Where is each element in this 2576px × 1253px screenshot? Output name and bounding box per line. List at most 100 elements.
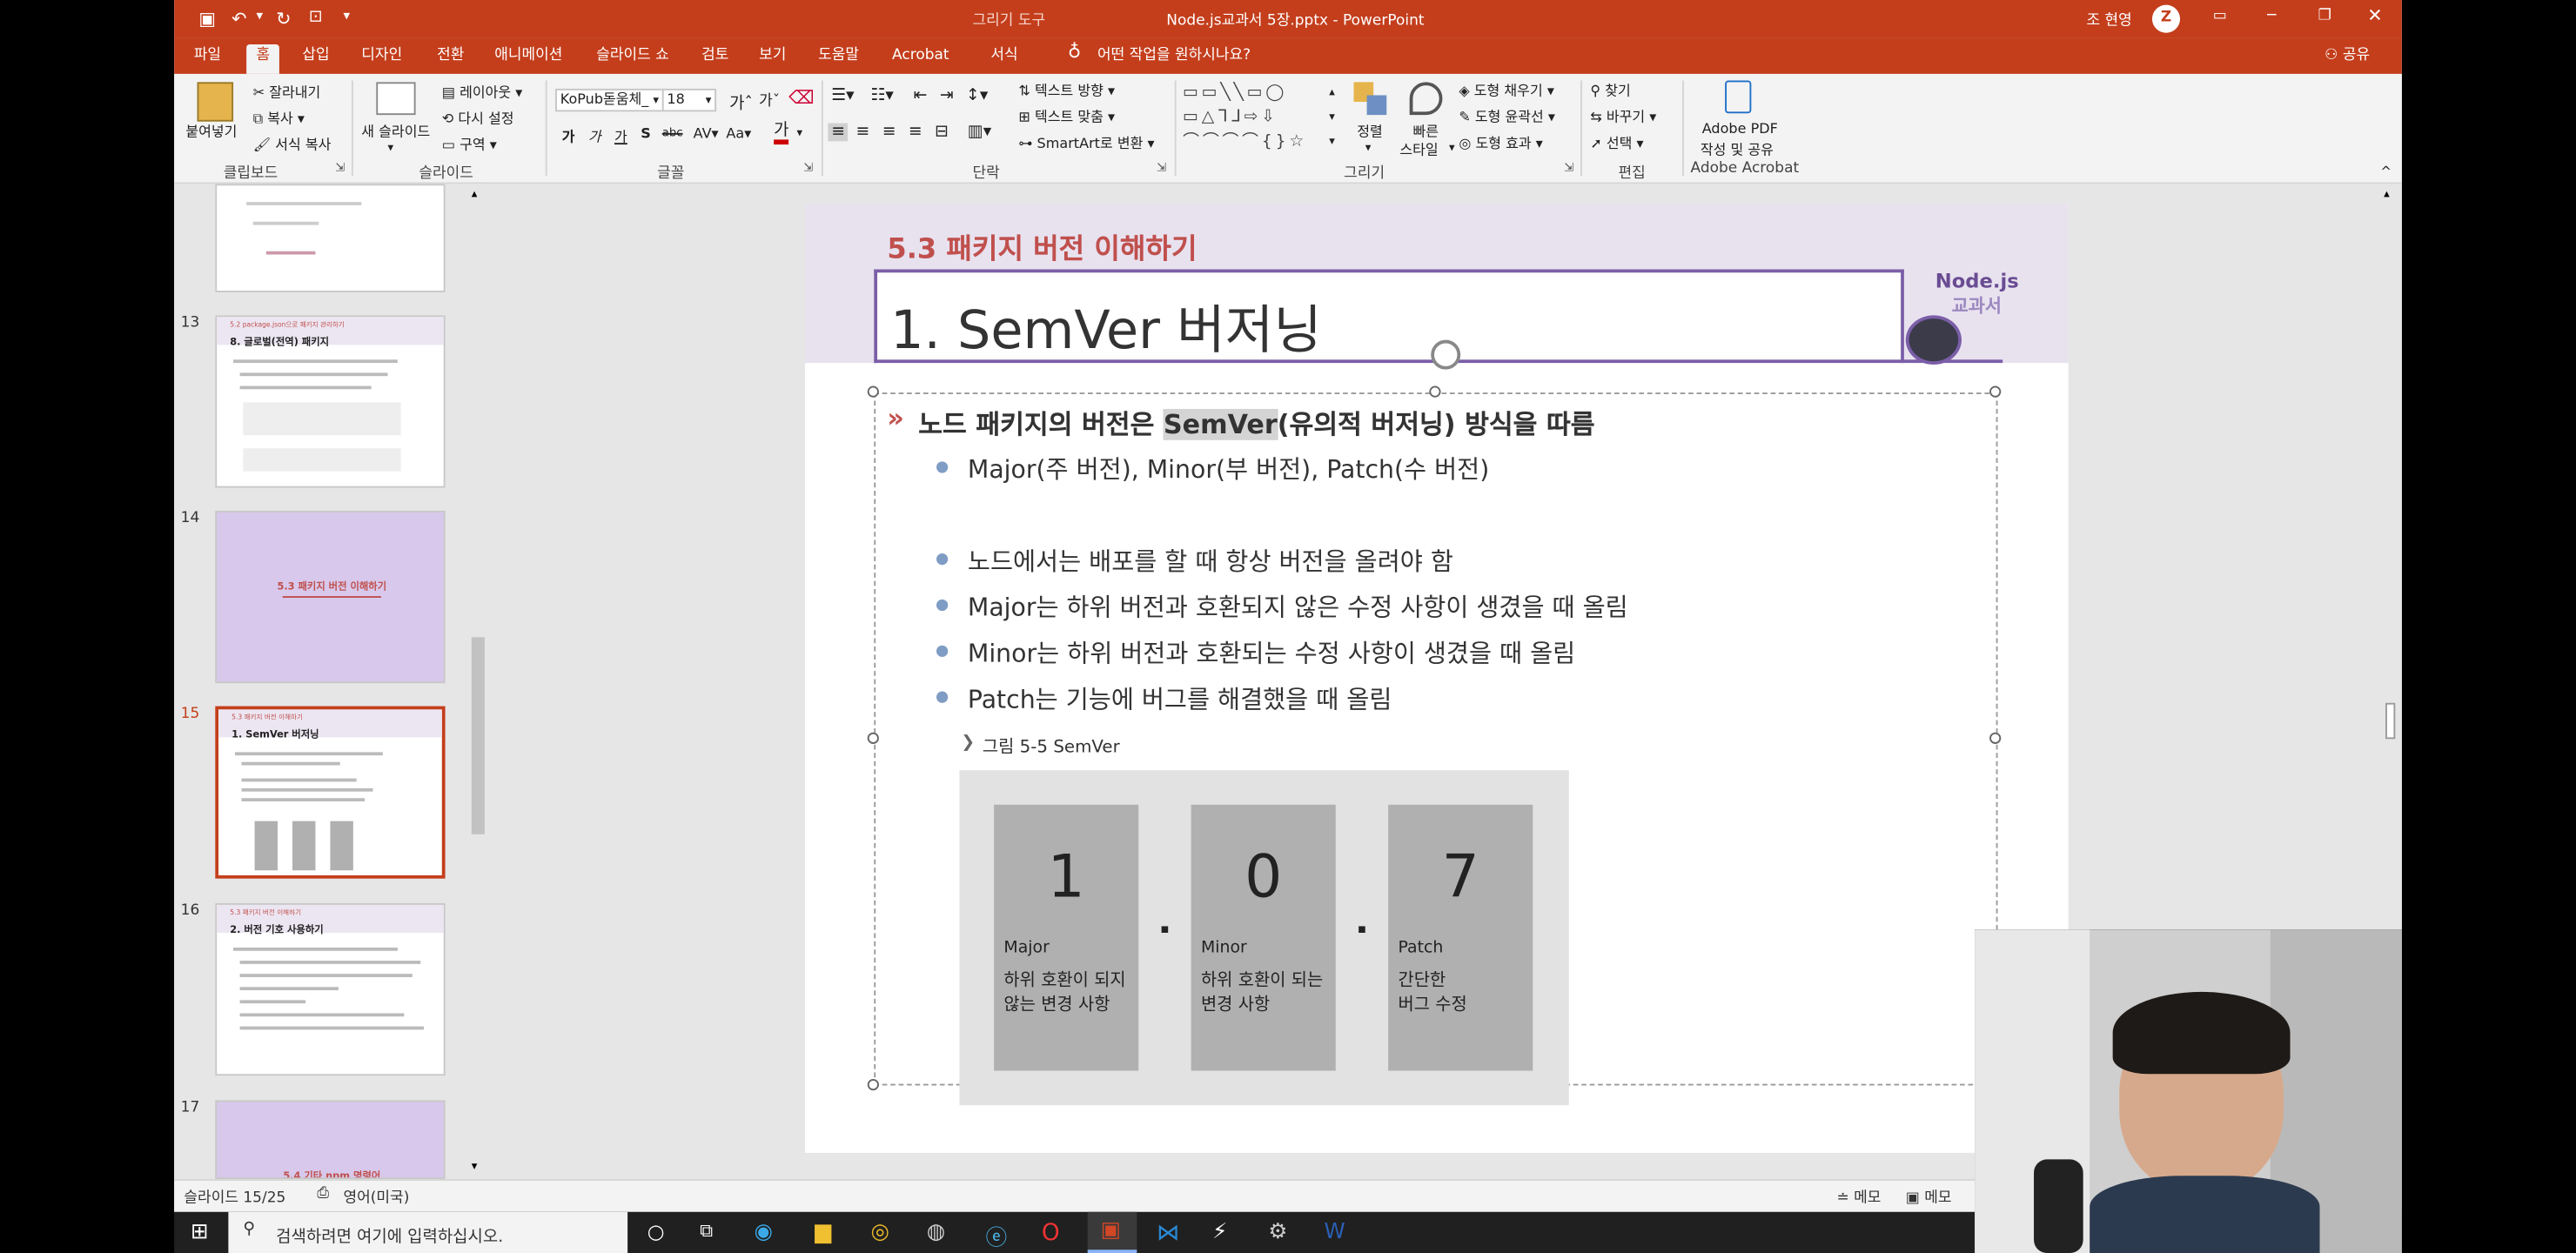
tab-view[interactable]: 보기 xyxy=(759,44,786,74)
save-icon[interactable]: ▣ xyxy=(198,8,216,30)
new-slide-dropdown-icon[interactable]: ▾ xyxy=(388,141,394,154)
drawing-launcher-icon[interactable]: ⇲ xyxy=(1564,161,1573,174)
arrange-icon[interactable] xyxy=(1353,82,1391,118)
tab-insert[interactable]: 삽입 xyxy=(302,44,329,74)
new-slide-button[interactable]: 새 슬라이드 xyxy=(361,122,430,141)
tab-slide-show[interactable]: 슬라이드 쇼 xyxy=(596,44,669,74)
ribbon-display-options-icon[interactable]: ▭ xyxy=(2213,8,2227,24)
arrange-button[interactable]: 정렬 xyxy=(1357,122,1383,141)
increase-indent-icon[interactable]: ⇥ xyxy=(940,87,954,105)
slide-title[interactable]: 1. SemVer 버저닝 xyxy=(890,289,1322,365)
word-icon[interactable]: W xyxy=(1325,1220,1349,1244)
user-avatar[interactable]: Z xyxy=(2151,4,2181,33)
format-painter-button[interactable]: 🖌 서식 복사 xyxy=(253,135,332,155)
arrange-dropdown-icon[interactable]: ▾ xyxy=(1365,141,1372,154)
quick-styles-icon[interactable] xyxy=(1409,82,1443,116)
clipboard-launcher-icon[interactable]: ⇲ xyxy=(335,161,345,174)
create-pdf-button[interactable]: Adobe PDF xyxy=(1702,122,1778,138)
align-center-icon[interactable]: ≡ xyxy=(856,124,870,142)
sub-bullet[interactable]: Patch는 기능에 버그를 해결했을 때 올림 xyxy=(968,681,1392,716)
tab-file[interactable]: 파일 xyxy=(194,44,221,74)
distribute-icon[interactable]: ⊟ xyxy=(935,124,949,142)
scroll-down-icon[interactable]: ▾ xyxy=(472,1159,478,1172)
thumbnail-slide-15-selected[interactable]: 5.3 패키지 버전 이해하기 1. SemVer 버저닝 xyxy=(215,706,446,879)
numbering-icon[interactable]: ☷▾ xyxy=(871,87,894,105)
find-button[interactable]: ⚲ 찾기 xyxy=(1590,80,1630,100)
shadow-icon[interactable]: S xyxy=(641,126,651,143)
settings-icon[interactable]: ⚙ xyxy=(1268,1220,1292,1244)
convert-to-smartart-button[interactable]: ⊶ SmartArt로 변환 ▾ xyxy=(1018,133,1154,153)
opera-icon[interactable]: O xyxy=(1042,1220,1066,1246)
thumbnail-slide-17[interactable]: 5.4 기타 npm 명령어 xyxy=(215,1100,446,1180)
adobe-pdf-icon[interactable] xyxy=(1725,80,1752,114)
paste-button[interactable]: 붙여넣기 xyxy=(185,122,237,141)
text-direction-button[interactable]: ⇅ 텍스트 방향 ▾ xyxy=(1018,80,1115,100)
customize-quick-access-icon[interactable]: ▾ xyxy=(344,8,351,23)
tell-me-search[interactable]: 어떤 작업을 원하시나요? xyxy=(1097,44,1251,74)
tab-design[interactable]: 디자인 xyxy=(361,44,402,74)
thumbnail-slide-12[interactable] xyxy=(215,184,446,292)
scroll-thumb[interactable] xyxy=(2385,702,2396,740)
thumbnails-scrollbar[interactable]: ▴ ▾ xyxy=(468,184,488,1180)
font-size-select[interactable]: 18 ▾ xyxy=(661,88,717,112)
select-button[interactable]: ➚ 선택 ▾ xyxy=(1590,133,1643,153)
tab-review[interactable]: 검토 xyxy=(701,44,728,74)
tab-animations[interactable]: 애니메이션 xyxy=(494,44,562,74)
decrease-indent-icon[interactable]: ⇤ xyxy=(914,87,928,105)
gallery-scroll-icon[interactable]: ▴ ▾ ▾ xyxy=(1329,80,1335,154)
paragraph-launcher-icon[interactable]: ⇲ xyxy=(1157,161,1166,174)
strikethrough-icon[interactable]: abc xyxy=(662,126,683,139)
scroll-up-icon[interactable]: ▴ xyxy=(472,187,478,200)
close-icon[interactable]: ✕ xyxy=(2367,5,2382,27)
copy-button[interactable]: ⧉ 복사 ▾ xyxy=(253,109,305,128)
shapes-gallery[interactable]: ▭▭╲╲▭◯ ▭△ᒣᒧ⇨⇩ ⌒⌒⌒⌒{}☆ xyxy=(1183,80,1340,156)
font-launcher-icon[interactable]: ⇲ xyxy=(803,161,813,174)
main-bullet[interactable]: 노드 패키지의 버전은 SemVer(유의적 버저닝) 방식을 따름 xyxy=(918,402,1595,441)
sub-bullet[interactable]: 노드에서는 배포를 할 때 항상 버전을 올려야 함 xyxy=(968,544,1453,579)
start-from-beginning-icon[interactable]: ⊡ xyxy=(309,8,323,26)
scroll-thumb[interactable] xyxy=(471,637,485,834)
acrobat-icon[interactable]: ⚡ xyxy=(1212,1220,1237,1244)
change-case-icon[interactable]: Aa▾ xyxy=(726,126,751,143)
notes-button[interactable]: ≐ 메모 xyxy=(1837,1186,1882,1207)
bullets-icon[interactable]: ☰▾ xyxy=(831,87,854,105)
align-right-icon[interactable]: ≡ xyxy=(882,124,896,142)
increase-font-icon[interactable]: 가ˆ xyxy=(729,89,753,113)
tab-home[interactable]: 홈 xyxy=(246,44,280,74)
resize-handle[interactable] xyxy=(867,385,879,398)
layout-button[interactable]: ▤ 레이아웃 ▾ xyxy=(442,82,522,102)
shape-fill-button[interactable]: ◈ 도형 채우기 ▾ xyxy=(1459,80,1554,100)
shape-outline-button[interactable]: ✎ 도형 윤곽선 ▾ xyxy=(1459,107,1555,126)
edge-icon[interactable]: ◉ xyxy=(754,1220,778,1244)
windows-start-icon[interactable]: ⊞ xyxy=(191,1220,215,1244)
file-explorer-icon[interactable]: ▆ xyxy=(815,1220,839,1244)
paste-icon[interactable] xyxy=(197,82,234,122)
quick-styles-dropdown-icon[interactable]: ▾ xyxy=(1449,141,1455,154)
cut-button[interactable]: ✂ 잘라내기 xyxy=(253,82,321,102)
vscode-icon[interactable]: ⋈ xyxy=(1157,1220,1181,1246)
sub-bullet[interactable]: Major는 하위 버전과 호환되지 않은 수정 사항이 생겼을 때 올림 xyxy=(968,590,1628,625)
minimize-icon[interactable]: ─ xyxy=(2267,8,2276,24)
justify-icon[interactable]: ≡ xyxy=(909,124,922,142)
scroll-up-icon[interactable]: ▴ xyxy=(2384,187,2390,200)
reset-button[interactable]: ⟲ 다시 설정 xyxy=(442,109,514,128)
thumbnail-slide-14[interactable]: 5.3 패키지 버전 이해하기 xyxy=(215,510,446,684)
maximize-icon[interactable]: ❐ xyxy=(2318,8,2331,24)
columns-icon[interactable]: ▥▾ xyxy=(968,124,991,142)
italic-icon[interactable]: 가 xyxy=(588,126,601,146)
clear-formatting-icon[interactable]: ⌫ xyxy=(788,87,814,109)
chrome-icon[interactable]: ◎ xyxy=(871,1220,896,1244)
shape-effects-button[interactable]: ◎ 도형 효과 ▾ xyxy=(1459,133,1542,153)
resize-handle[interactable] xyxy=(1989,732,2002,744)
tab-format[interactable]: 서식 xyxy=(990,44,1017,74)
underline-icon[interactable]: 가 xyxy=(614,126,627,146)
font-name-select[interactable]: KoPub돋움체_ ▾ xyxy=(555,88,664,112)
character-spacing-icon[interactable]: AV▾ xyxy=(694,126,719,143)
redo-icon[interactable]: ↻ xyxy=(276,8,291,30)
language-indicator[interactable]: 영어(미국) xyxy=(344,1186,410,1207)
resize-handle[interactable] xyxy=(1989,385,2002,398)
thumbnail-slide-16[interactable]: 5.3 패키지 버전 이해하기 2. 버전 기호 사용하기 xyxy=(215,903,446,1076)
ie-icon[interactable]: ⓔ xyxy=(986,1220,1010,1251)
align-text-button[interactable]: ⊞ 텍스트 맞춤 ▾ xyxy=(1018,107,1115,126)
resize-handle[interactable] xyxy=(867,732,879,744)
